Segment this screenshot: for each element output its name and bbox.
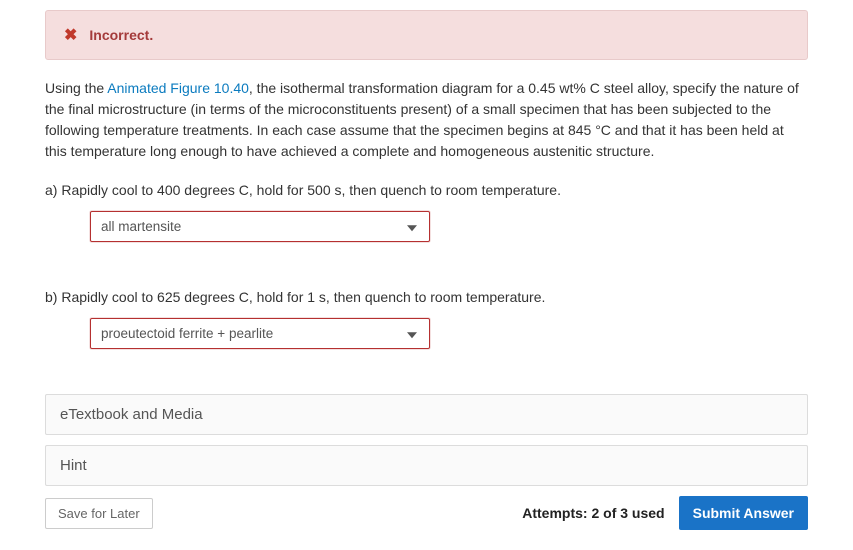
question-container: ✖ Incorrect. Using the Animated Figure 1…: [0, 0, 853, 550]
alert-text: Incorrect.: [89, 27, 153, 43]
etextbook-label: eTextbook and Media: [60, 406, 203, 423]
incorrect-alert: ✖ Incorrect.: [45, 10, 808, 60]
x-icon: ✖: [64, 25, 77, 45]
etextbook-accordion[interactable]: eTextbook and Media: [45, 394, 808, 435]
hint-accordion[interactable]: Hint: [45, 445, 808, 486]
question-text: Using the Animated Figure 10.40, the iso…: [45, 78, 808, 162]
part-a-label: a) Rapidly cool to 400 degrees C, hold f…: [45, 180, 808, 201]
submit-answer-button[interactable]: Submit Answer: [679, 496, 808, 530]
footer-right-group: Attempts: 2 of 3 used Submit Answer: [522, 496, 808, 530]
save-for-later-button[interactable]: Save for Later: [45, 498, 153, 529]
attempts-text: Attempts: 2 of 3 used: [522, 505, 664, 521]
figure-link[interactable]: Animated Figure 10.40: [107, 80, 249, 96]
part-a-select[interactable]: all martensite: [90, 211, 430, 242]
part-a-selected: all martensite: [101, 219, 181, 234]
part-b-selected: proeutectoid ferrite + pearlite: [101, 326, 273, 341]
question-prefix: Using the: [45, 80, 107, 96]
footer: Save for Later Attempts: 2 of 3 used Sub…: [45, 496, 808, 530]
hint-label: Hint: [60, 457, 87, 474]
part-b-select[interactable]: proeutectoid ferrite + pearlite: [90, 318, 430, 349]
part-b-label: b) Rapidly cool to 625 degrees C, hold f…: [45, 287, 808, 308]
